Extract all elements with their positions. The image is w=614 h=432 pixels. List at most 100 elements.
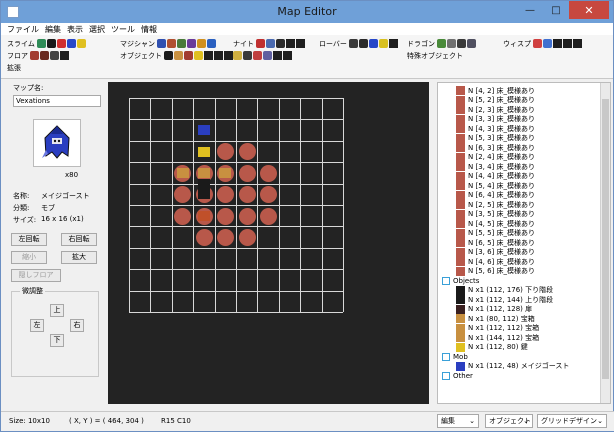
robber-icon[interactable]: [348, 39, 358, 48]
tree-group-objects[interactable]: Objects: [442, 276, 479, 286]
magician-cyan-icon[interactable]: [207, 39, 216, 48]
tree-floor-row[interactable]: N [6, 4] 床_模様あり: [456, 190, 535, 201]
tree-object-row[interactable]: N x1 (144, 112) 宝箱: [456, 333, 539, 343]
tree-floor-row[interactable]: N [2, 4] 床_模様あり: [456, 152, 535, 163]
menu-tools[interactable]: ツール: [111, 24, 135, 35]
slime-green-icon[interactable]: [36, 39, 46, 48]
floor-tile[interactable]: [259, 207, 277, 225]
enlarge-button[interactable]: 拡大: [61, 251, 97, 264]
tree-floor-row[interactable]: N [5, 2] 床_模様あり: [456, 95, 535, 106]
floor-tile[interactable]: [174, 207, 192, 225]
wisp-slot-icon[interactable]: [563, 39, 572, 48]
tree-object-row[interactable]: N x1 (80, 112) 宝箱: [456, 314, 535, 324]
floor-tile[interactable]: [238, 143, 256, 161]
tool-slot-icon[interactable]: [283, 51, 292, 60]
object-slot-icon[interactable]: [204, 51, 213, 60]
tree-floor-row[interactable]: N [2, 3] 床_模様あり: [456, 105, 535, 115]
floor-empty-icon[interactable]: [60, 51, 69, 60]
tree-floor-row[interactable]: N [4, 6] 床_模様あり: [456, 257, 535, 267]
floor-tile[interactable]: [217, 207, 235, 225]
tree-floor-row[interactable]: N [5, 6] 床_模様あり: [456, 266, 535, 277]
magician-blue-icon[interactable]: [157, 39, 166, 48]
slime-yellow-icon[interactable]: [76, 39, 86, 48]
floor-tile[interactable]: [174, 186, 192, 204]
rotate-right-button[interactable]: 右回転: [61, 233, 97, 246]
robber-blue-icon[interactable]: [368, 39, 378, 48]
magician-red-icon[interactable]: [167, 39, 176, 48]
floor-tile[interactable]: [238, 207, 256, 225]
object-stairs-icon[interactable]: [164, 51, 173, 60]
minimize-button[interactable]: —: [517, 1, 543, 19]
menu-edit[interactable]: 編集: [45, 24, 61, 35]
tree-floor-row[interactable]: N [4, 4] 床_模様あり: [456, 171, 535, 182]
mage-ghost-sprite[interactable]: [197, 125, 210, 136]
slime-black-icon[interactable]: [46, 39, 56, 48]
nudge-down-button[interactable]: 下: [50, 334, 64, 347]
tree-object-row[interactable]: N x1 (112, 176) 下り階段: [456, 285, 553, 296]
object-chest-icon[interactable]: [174, 51, 183, 60]
wisp-red-icon[interactable]: [533, 39, 542, 48]
slime-blue-icon[interactable]: [66, 39, 76, 48]
object-mode-select[interactable]: オブジェクト ⌄: [485, 414, 533, 428]
tree-floor-row[interactable]: N [6, 3] 床_模様あり: [456, 143, 535, 153]
tree-group-mob[interactable]: Mob: [442, 352, 468, 362]
tree-floor-row[interactable]: N [3, 3] 床_模様あり: [456, 114, 535, 125]
tree-floor-row[interactable]: N [5, 3] 床_模様あり: [456, 133, 535, 144]
floor-tile[interactable]: [217, 228, 235, 246]
wisp-slot-icon[interactable]: [553, 39, 562, 48]
chest-sprite[interactable]: [197, 167, 210, 178]
potion-icon[interactable]: [253, 51, 262, 60]
grid-design-select[interactable]: グリッドデザイン ⌄: [537, 414, 607, 428]
door-sprite[interactable]: [197, 178, 210, 189]
knight-slot-icon[interactable]: [286, 39, 295, 48]
object-door-icon[interactable]: [184, 51, 193, 60]
floor-tile[interactable]: [259, 186, 277, 204]
floor-tile[interactable]: [195, 228, 213, 246]
tree-object-row[interactable]: N x1 (112, 128) 扉: [456, 304, 532, 315]
robber-slot-icon[interactable]: [388, 39, 398, 48]
tree-floor-row[interactable]: N [5, 4] 床_模様あり: [456, 181, 535, 191]
book-icon[interactable]: [243, 51, 252, 60]
menu-info[interactable]: 情報: [141, 24, 157, 35]
tree-floor-row[interactable]: N [3, 5] 床_模様あり: [456, 209, 535, 220]
tree-mob-row[interactable]: N x1 (112, 48) メイジゴースト: [456, 361, 569, 372]
chest-sprite[interactable]: [219, 167, 232, 178]
map-grid[interactable]: [129, 98, 344, 313]
floor-dark-icon[interactable]: [40, 51, 49, 60]
tree-group-other[interactable]: Other: [442, 371, 473, 381]
stairs-down-sprite[interactable]: [197, 210, 210, 221]
object-slot-icon[interactable]: [224, 51, 233, 60]
magician-gold-icon[interactable]: [197, 39, 206, 48]
tree-floor-row[interactable]: N [4, 5] 床_模様あり: [456, 219, 535, 229]
robber-gold-icon[interactable]: [378, 39, 388, 48]
nudge-right-button[interactable]: 右: [70, 319, 84, 332]
nudge-up-button[interactable]: 上: [50, 304, 64, 317]
floor-tile[interactable]: [238, 164, 256, 182]
layer-tree[interactable]: N [4, 2] 床_模様あり N [5, 2] 床_模様あり N [2, 3] 床…: [437, 82, 611, 404]
object-key-icon[interactable]: [194, 51, 203, 60]
rotate-left-button[interactable]: 左回転: [11, 233, 47, 246]
floor-patterned-icon[interactable]: [30, 51, 39, 60]
tree-floor-row[interactable]: N [4, 2] 床_模様あり: [456, 86, 535, 96]
tree-floor-row[interactable]: N [3, 4] 床_模様あり: [456, 162, 535, 172]
wisp-blue-icon[interactable]: [543, 39, 552, 48]
floor-wall-icon[interactable]: [50, 51, 59, 60]
tree-floor-row[interactable]: N [3, 6] 床_模様あり: [456, 247, 535, 258]
knight-slot-icon[interactable]: [296, 39, 305, 48]
edit-mode-select[interactable]: 編集 ⌄: [437, 414, 479, 428]
scroll-icon[interactable]: [263, 51, 272, 60]
chest-sprite[interactable]: [176, 167, 189, 178]
tool-slot-icon[interactable]: [273, 51, 282, 60]
floor-tile[interactable]: [259, 164, 277, 182]
map-name-input[interactable]: Vexations: [13, 95, 101, 107]
shrink-button[interactable]: 縮小: [11, 251, 47, 264]
dragon-slate-icon[interactable]: [467, 39, 476, 48]
knight-black-icon[interactable]: [276, 39, 285, 48]
tree-object-row[interactable]: N x1 (112, 144) 上り階段: [456, 295, 553, 305]
tree-object-row[interactable]: N x1 (112, 112) 宝箱: [456, 323, 539, 334]
robber-dark-icon[interactable]: [358, 39, 368, 48]
floor-tile[interactable]: [238, 186, 256, 204]
tree-floor-row[interactable]: N [5, 5] 床_模様あり: [456, 228, 535, 239]
tree-object-row[interactable]: N x1 (112, 80) 鍵: [456, 342, 528, 353]
tree-floor-row[interactable]: N [4, 3] 床_模様あり: [456, 124, 535, 134]
